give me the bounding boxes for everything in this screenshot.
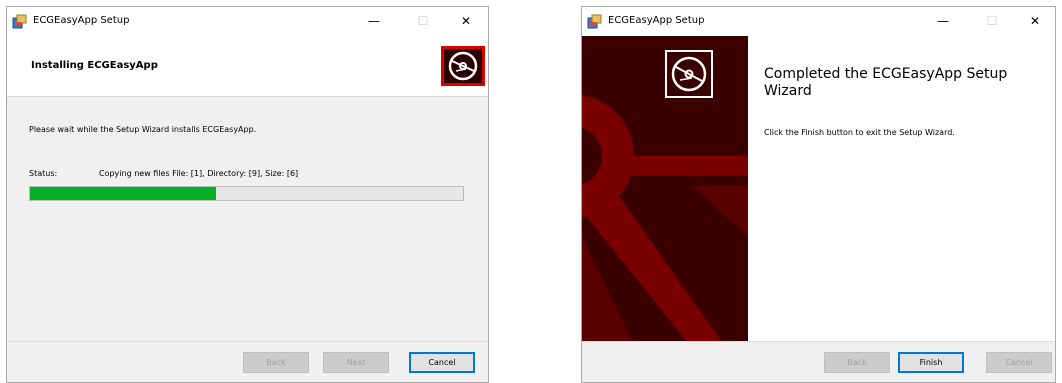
maximize-icon: ☐ — [417, 14, 429, 28]
button-footer: Back Finish Cancel — [582, 341, 1055, 382]
completion-panel: Completed the ECGEasyApp Setup Wizard Cl… — [748, 36, 1055, 342]
minimize-icon: — — [368, 14, 380, 28]
header-title: Installing ECGEasyApp — [31, 60, 158, 71]
setup-app-icon — [12, 14, 27, 29]
cancel-button[interactable]: Cancel — [409, 352, 475, 373]
window-title: ECGEasyApp Setup — [33, 15, 130, 26]
maximize-icon: ☐ — [986, 14, 998, 28]
close-icon: ✕ — [1029, 14, 1041, 28]
progress-bar — [29, 186, 464, 201]
close-button[interactable]: ✕ — [444, 7, 488, 36]
button-footer: Back Next Cancel — [7, 341, 488, 382]
next-button[interactable]: Next — [323, 352, 389, 373]
maximize-button[interactable]: ☐ — [970, 7, 1014, 36]
cancel-button[interactable]: Cancel — [986, 352, 1052, 373]
completed-setup-window: ECGEasyApp Setup — ☐ ✕ Completed the ECG… — [581, 6, 1056, 383]
disc-logo-icon — [441, 46, 485, 86]
title-bar: ECGEasyApp Setup — ☐ ✕ — [582, 7, 1055, 36]
back-button[interactable]: Back — [824, 352, 890, 373]
setup-app-icon — [587, 14, 602, 29]
installing-setup-window: ECGEasyApp Setup — ☐ ✕ Installing ECGEas… — [6, 6, 489, 383]
status-value: Copying new files File: [1], Directory: … — [99, 169, 299, 178]
progress-bar-fill — [30, 187, 217, 200]
completion-message: Click the Finish button to exit the Setu… — [764, 128, 955, 137]
header-band: Installing ECGEasyApp — [7, 36, 488, 97]
maximize-button[interactable]: ☐ — [401, 7, 445, 36]
completion-heading: Completed the ECGEasyApp Setup Wizard — [764, 66, 1008, 99]
wizard-banner — [582, 36, 748, 342]
banner-artwork — [582, 36, 748, 342]
minimize-button[interactable]: — — [352, 7, 396, 36]
title-bar: ECGEasyApp Setup — ☐ ✕ — [7, 7, 488, 36]
window-title: ECGEasyApp Setup — [608, 15, 705, 26]
install-message: Please wait while the Setup Wizard insta… — [29, 125, 257, 134]
finish-button[interactable]: Finish — [898, 352, 964, 373]
close-button[interactable]: ✕ — [1013, 7, 1055, 36]
back-button[interactable]: Back — [243, 352, 309, 373]
minimize-button[interactable]: — — [921, 7, 965, 36]
progress-panel: Please wait while the Setup Wizard insta… — [7, 97, 488, 343]
close-icon: ✕ — [460, 14, 472, 28]
status-label: Status: — [29, 169, 58, 178]
minimize-icon: — — [937, 14, 949, 28]
